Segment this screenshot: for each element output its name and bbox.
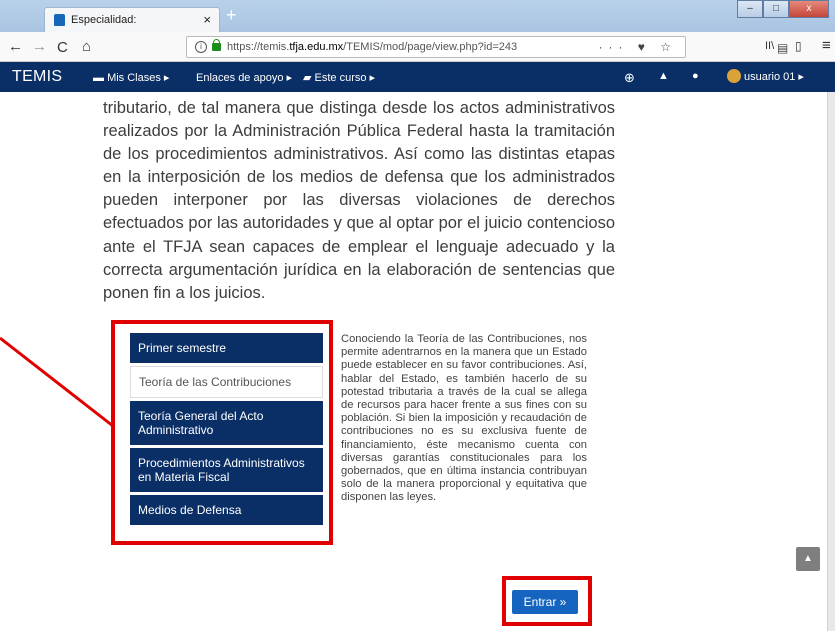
este-curso-label: Este curso ▸ bbox=[314, 72, 376, 84]
add-block-icon[interactable]: ⊕ bbox=[624, 70, 635, 86]
teoria-acto-administrativo-button[interactable]: Teoría General del Acto Administrativo bbox=[130, 401, 323, 445]
url-bar[interactable]: i https://temis.tfja.edu.mx/TEMIS/mod/pa… bbox=[186, 36, 788, 58]
subject-description: Conociendo la Teoría de las Contribucion… bbox=[341, 333, 587, 504]
forward-icon[interactable]: → bbox=[32, 38, 47, 55]
book-icon: ▰ bbox=[303, 72, 315, 84]
mis-clases-label: Mis Clases ▸ bbox=[107, 72, 170, 84]
course-description: tributario, de tal manera que distinga d… bbox=[103, 99, 615, 302]
site-brand[interactable]: TEMIS bbox=[12, 68, 62, 86]
teoria-contribuciones-button[interactable]: Teoría de las Contribuciones bbox=[130, 366, 323, 398]
este-curso-menu[interactable]: ▰ Este curso ▸ bbox=[303, 71, 375, 84]
semester-menu: Primer semestre Teoría de las Contribuci… bbox=[130, 333, 323, 528]
site-navbar: TEMIS ▬ Mis Clases ▸ Enlaces de apoyo ▸ … bbox=[0, 62, 835, 92]
chat-icon[interactable]: ● bbox=[692, 70, 699, 82]
maximize-button[interactable]: □ bbox=[763, 0, 789, 18]
medios-defensa-button[interactable]: Medios de Defensa bbox=[130, 495, 323, 525]
avatar bbox=[727, 69, 741, 83]
sidebar-icon[interactable]: ▯ bbox=[795, 39, 802, 53]
reader-view-icon[interactable]: ▤ bbox=[777, 41, 788, 55]
user-menu[interactable]: usuario 01 ▸ bbox=[727, 69, 804, 83]
title-bar: Especialidad: × + – □ x bbox=[0, 0, 835, 32]
bell-icon[interactable]: ▲ bbox=[658, 70, 669, 82]
window-controls: – □ x bbox=[737, 0, 829, 18]
minimize-button[interactable]: – bbox=[737, 0, 763, 18]
menu-icon[interactable]: ≡ bbox=[822, 37, 831, 54]
tab-title: Especialidad: bbox=[71, 14, 137, 26]
procedimientos-administrativos-button[interactable]: Procedimientos Administrativos en Materi… bbox=[130, 448, 323, 492]
scroll-top-button[interactable]: ▲ bbox=[796, 547, 820, 571]
browser-tab[interactable]: Especialidad: × bbox=[44, 7, 220, 32]
lock-icon bbox=[212, 39, 221, 51]
grad-cap-icon: ▬ bbox=[93, 72, 108, 84]
enlaces-menu[interactable]: Enlaces de apoyo ▸ bbox=[196, 71, 292, 84]
back-icon[interactable]: ← bbox=[8, 38, 23, 55]
new-tab-button[interactable]: + bbox=[226, 5, 237, 26]
mis-clases-menu[interactable]: ▬ Mis Clases ▸ bbox=[93, 71, 169, 84]
page-content: tributario, de tal manera que distinga d… bbox=[0, 92, 835, 631]
entrar-button[interactable]: Entrar » bbox=[512, 590, 578, 614]
url-host: tfja.edu.mx bbox=[289, 41, 344, 53]
moodle-tab-icon bbox=[54, 14, 65, 26]
browser-window: Especialidad: × + – □ x ← → C ⌂ i https:… bbox=[0, 0, 835, 631]
home-icon[interactable]: ⌂ bbox=[82, 38, 91, 55]
primer-semestre-button[interactable]: Primer semestre bbox=[130, 333, 323, 363]
url-path: /TEMIS/mod/page/view.php?id=243 bbox=[343, 41, 518, 53]
url-prefix: https://temis. bbox=[227, 41, 290, 53]
user-name: usuario 01 ▸ bbox=[744, 71, 804, 83]
info-icon[interactable]: i bbox=[195, 41, 207, 53]
library-icon[interactable]: II\ bbox=[765, 40, 774, 52]
close-window-button[interactable]: x bbox=[789, 0, 829, 18]
reload-icon[interactable]: C bbox=[57, 39, 68, 56]
page-scrollbar[interactable] bbox=[827, 92, 835, 631]
close-tab-icon[interactable]: × bbox=[203, 12, 211, 27]
browser-toolbar: ← → C ⌂ i https://temis.tfja.edu.mx/TEMI… bbox=[0, 32, 835, 62]
page-actions[interactable]: ··· ♥ ☆ bbox=[598, 40, 677, 54]
